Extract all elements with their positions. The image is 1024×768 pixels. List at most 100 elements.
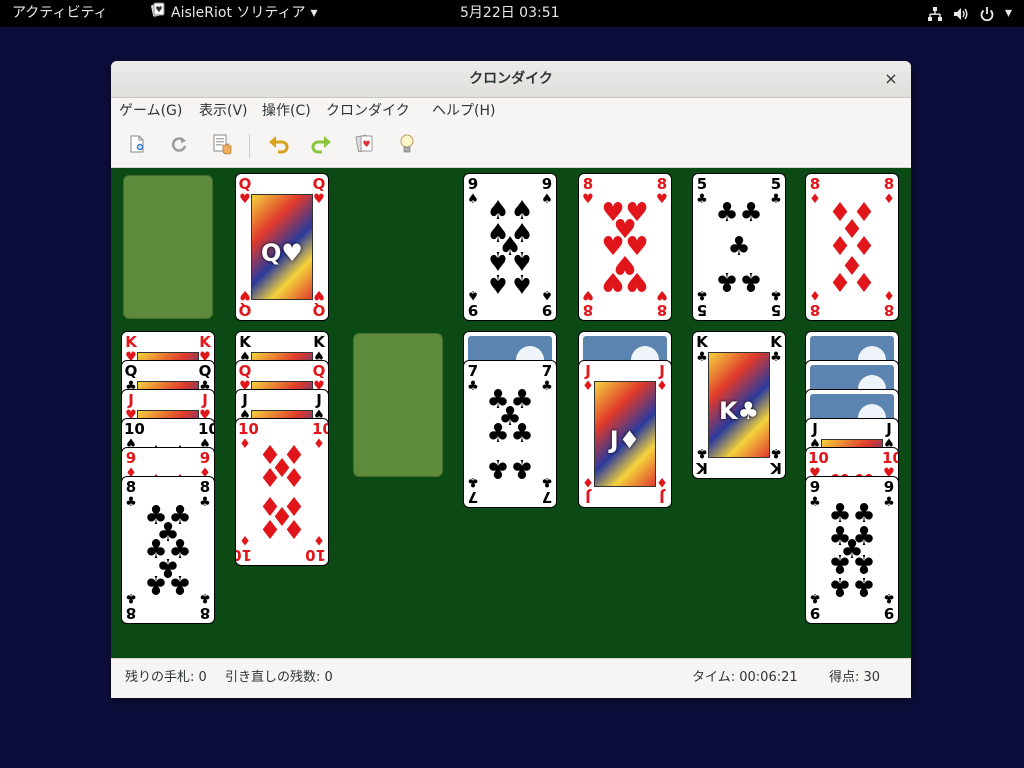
hint-icon: [397, 133, 417, 159]
system-menu[interactable]: ▾: [927, 0, 1012, 27]
card-q-of-hearts[interactable]: Q♥Q♥Q♥Q♥Q♥: [235, 173, 329, 321]
card-8-of-clubs[interactable]: 8 ♣ 8 ♣ 8 ♣ 8 ♣ ♣ ♣ ♣ ♣ ♣ ♣ ♣ ♣: [121, 476, 215, 624]
card-index: K ♣: [695, 335, 709, 366]
card-rank: 7: [541, 362, 553, 380]
close-button[interactable]: ×: [879, 67, 903, 91]
diamonds-icon: ♦: [656, 474, 668, 489]
card-rank: Q: [238, 362, 252, 380]
diamonds-icon: ♦: [809, 287, 821, 302]
card-rank: 5: [696, 175, 708, 193]
card-index: J ♦: [581, 474, 595, 506]
menu-klondike[interactable]: クロンダイク: [322, 98, 414, 124]
diamonds-icon: ♦: [809, 192, 821, 207]
new-game-icon: [127, 134, 147, 158]
clubs-icon: ♣: [770, 445, 782, 460]
menu-help[interactable]: ヘルプ(H): [428, 98, 499, 124]
hearts-icon: ♥: [582, 192, 594, 207]
diamonds-icon: ♦: [852, 266, 876, 297]
spades-icon: ♠: [486, 268, 510, 299]
card-rank: 9: [883, 478, 895, 496]
card-rank: 9: [199, 449, 211, 467]
card-9-of-spades[interactable]: 9 ♠ 9 ♠ 9 ♠ 9 ♠ ♠ ♠ ♠ ♠ ♠ ♠ ♠ ♠ ♠: [463, 173, 557, 321]
court-card-portrait: K♣: [708, 352, 770, 458]
card-5-of-clubs[interactable]: 5 ♣ 5 ♣ 5 ♣ 5 ♣ ♣ ♣ ♣ ♣ ♣: [692, 173, 786, 321]
chevron-down-icon: ▾: [1004, 5, 1012, 21]
hearts-icon: ♥: [239, 192, 251, 207]
card-rank: Q: [124, 362, 138, 380]
restart-button[interactable]: [165, 132, 193, 160]
card-rank: 8: [582, 301, 594, 319]
activities-button[interactable]: アクティビティ: [12, 0, 108, 27]
clubs-icon: ♣: [510, 419, 534, 449]
clubs-icon: ♣: [739, 197, 763, 228]
diamonds-icon: ♦: [258, 464, 282, 495]
card-index: 8 ♥: [655, 287, 669, 319]
card-index: J ♦: [655, 474, 669, 506]
menu-game[interactable]: ゲーム(G): [115, 98, 186, 124]
card-rank: 10: [236, 546, 252, 564]
card-index: 9 ♣: [808, 480, 822, 511]
card-rank: J: [812, 420, 818, 438]
card-rank: 10: [305, 546, 326, 564]
clubs-icon: ♣: [510, 453, 534, 484]
card-rank: 9: [809, 604, 821, 622]
card-index: 8 ♥: [581, 177, 595, 208]
clubs-icon: ♣: [467, 474, 479, 489]
card-8-of-diamonds[interactable]: 8 ♦ 8 ♦ 8 ♦ 8 ♦ ♦ ♦ ♦ ♦ ♦ ♦ ♦ ♦: [805, 173, 899, 321]
card-7-of-clubs[interactable]: 7 ♣ 7 ♣ 7 ♣ 7 ♣ ♣ ♣ ♣ ♣ ♣ ♣ ♣: [463, 360, 557, 508]
tableau-empty-slot[interactable]: [353, 333, 443, 477]
select-game-button[interactable]: [208, 132, 236, 160]
deal-button[interactable]: ♥: [351, 132, 379, 160]
menu-view[interactable]: 表示(V): [195, 98, 252, 124]
new-game-button[interactable]: [123, 132, 151, 160]
card-index: 8 ♥: [655, 177, 669, 208]
diamonds-icon: ♦: [656, 379, 668, 394]
stock-empty-slot[interactable]: [123, 175, 213, 319]
stock-count-label: 残りの手札: 0: [125, 670, 207, 685]
card-10-of-diamonds[interactable]: 10♦10♦10♦10♦♦♦♦♦♦♦♦♦♦♦: [235, 418, 329, 566]
card-rank: 9: [467, 175, 479, 193]
menu-control[interactable]: 操作(C): [258, 98, 315, 124]
redo-button[interactable]: [307, 132, 335, 160]
hint-button[interactable]: [393, 132, 421, 160]
app-menu[interactable]: ♥ AisleRiot ソリティア ▾: [150, 0, 318, 27]
clock[interactable]: 5月22日 03:51: [460, 0, 560, 27]
clubs-icon: ♣: [199, 590, 211, 605]
card-index: J ♦: [655, 364, 669, 395]
card-index: 9 ♠: [466, 287, 480, 319]
card-index: 10♦: [238, 422, 259, 453]
hearts-icon: ♥: [656, 287, 668, 302]
card-8-of-hearts[interactable]: 8 ♥ 8 ♥ 8 ♥ 8 ♥ ♥ ♥ ♥ ♥ ♥ ♥ ♥ ♥: [578, 173, 672, 321]
card-rank: 9: [541, 301, 553, 319]
card-rank: 8: [809, 175, 821, 193]
toolbar-separator: [249, 134, 250, 158]
card-rank: Q: [312, 362, 326, 380]
card-k-of-clubs[interactable]: K ♣ K ♣ K ♣ K ♣ K♣: [692, 331, 786, 479]
card-index: Q♥: [238, 177, 252, 208]
card-9-of-clubs[interactable]: 9 ♣ 9 ♣ 9 ♣ 9 ♣ ♣ ♣ ♣ ♣ ♣ ♣ ♣ ♣ ♣: [805, 476, 899, 624]
clubs-icon: ♣: [467, 379, 479, 394]
clubs-icon: ♣: [541, 474, 553, 489]
clubs-icon: ♣: [809, 495, 821, 510]
card-rank: 10: [198, 420, 214, 438]
card-rank: 10: [312, 420, 328, 438]
card-rank: 10: [808, 449, 829, 467]
card-rank: J: [585, 488, 591, 506]
card-rank: 5: [696, 301, 708, 319]
game-board[interactable]: Q ♥ Q ♥ Q ♥ Q ♥ Q♥ 9 ♠ 9 ♠ 9 ♠ 9 ♠ ♠ ♠ ♠ ♠ ♠ ♠ ♠ ♠ ♠ 8 ♥ 8 ♥ 8 ♥ 8 ♥ ♥ ♥ ♥ ♥ ♥…: [111, 168, 911, 658]
card-index: 9 ♣: [882, 590, 896, 622]
diamonds-icon: ♦: [282, 513, 306, 544]
diamonds-icon: ♦: [883, 192, 895, 207]
card-index: 8 ♣: [198, 480, 212, 511]
spades-icon: ♠: [541, 192, 553, 207]
card-index: 9 ♠: [540, 287, 554, 319]
card-index: 5 ♣: [769, 177, 783, 208]
card-rank: K: [199, 333, 211, 351]
card-index: 9 ♣: [882, 478, 896, 511]
card-index: 7 ♣: [466, 474, 480, 506]
undo-button[interactable]: [265, 132, 293, 160]
card-rank: Q: [312, 301, 326, 319]
title-bar[interactable]: クロンダイク ×: [111, 61, 911, 98]
card-j-of-diamonds[interactable]: J ♦ J ♦ J ♦ J ♦ J♦: [578, 360, 672, 508]
card-index: 8 ♣: [124, 480, 138, 511]
